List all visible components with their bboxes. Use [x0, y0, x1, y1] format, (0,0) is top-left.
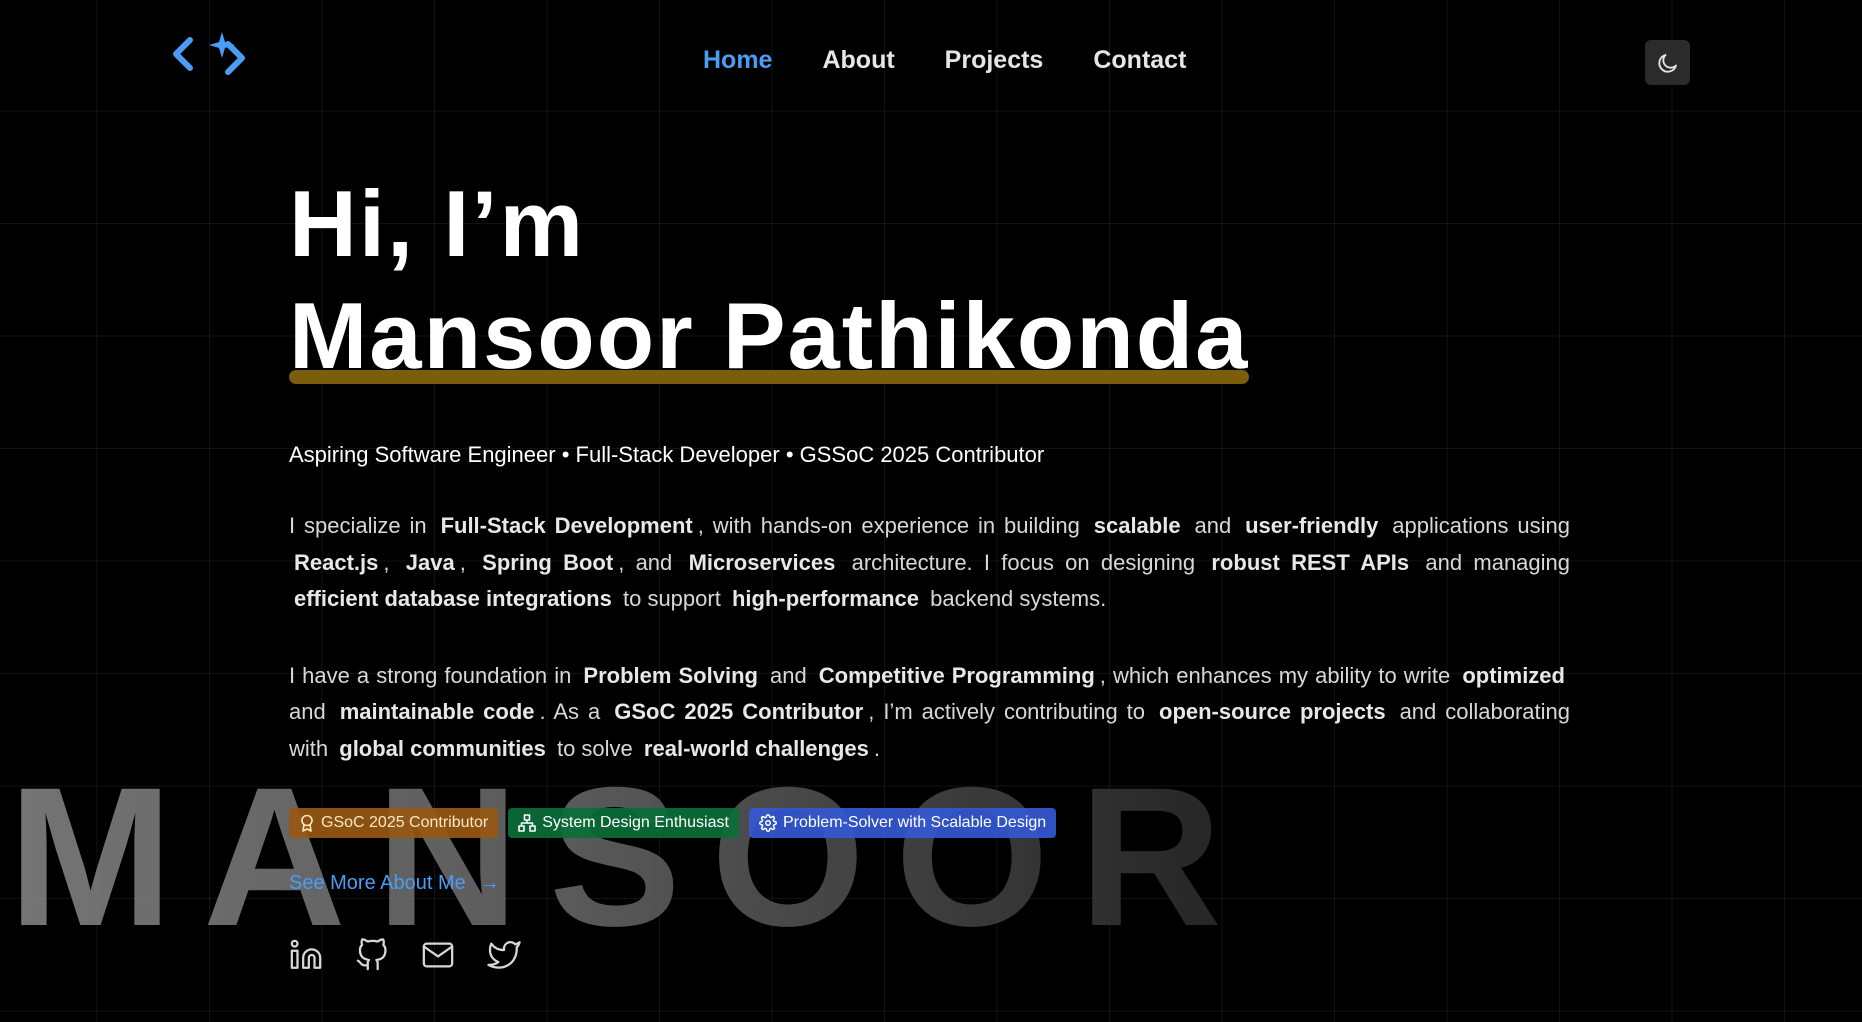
intro-paragraph-2: I have a strong foundation in Problem So…	[289, 662, 1570, 761]
intro-paragraph-1: I specialize in Full-Stack Development, …	[289, 513, 1571, 611]
gear-icon	[759, 814, 777, 832]
award-icon	[301, 814, 313, 832]
linkedin-link[interactable]	[289, 938, 323, 972]
badge-problem-solver: Problem-Solver with Scalable Design	[748, 808, 1057, 838]
nav-contact[interactable]: Contact	[1093, 46, 1186, 75]
nav-about[interactable]: About	[822, 46, 894, 75]
nav-projects[interactable]: Projects	[945, 46, 1044, 75]
skill-badges: GSoC 2025 Contributor System Design Enth…	[289, 808, 1570, 838]
hero-tagline: Aspiring Software Engineer • Full-Stack …	[289, 442, 1045, 467]
github-link[interactable]	[355, 938, 389, 972]
badge-gsoc-contributor: GSoC 2025 Contributor	[289, 808, 499, 838]
twitter-icon	[487, 941, 521, 969]
page: MANSOOR Home About Projects Contact Hi, …	[0, 0, 1862, 1022]
twitter-link[interactable]	[487, 938, 521, 972]
mail-icon	[422, 942, 454, 968]
badge-system-design: System Design Enthusiast	[508, 808, 739, 838]
see-more-about-link[interactable]: See More About Me →	[289, 872, 500, 895]
arrow-right-icon: →	[479, 872, 500, 894]
logo[interactable]	[166, 30, 250, 82]
hero-section: Hi, I’m Mansoor Pathikonda Aspiring Soft…	[289, 168, 1570, 972]
hero-name: Mansoor Pathikonda	[289, 280, 1250, 392]
nav-home[interactable]: Home	[703, 46, 772, 75]
github-icon	[356, 938, 387, 971]
moon-icon	[1657, 53, 1677, 73]
main-nav: Home About Projects Contact	[703, 46, 1186, 75]
social-links	[289, 938, 1570, 972]
linkedin-icon	[290, 939, 322, 969]
hero-name-text: Mansoor Pathikonda	[289, 283, 1250, 388]
email-link[interactable]	[421, 938, 455, 972]
code-sparkle-icon	[173, 32, 245, 75]
theme-toggle-button[interactable]	[1645, 40, 1690, 85]
hero-greeting: Hi, I’m	[289, 171, 586, 276]
network-icon	[518, 814, 537, 832]
